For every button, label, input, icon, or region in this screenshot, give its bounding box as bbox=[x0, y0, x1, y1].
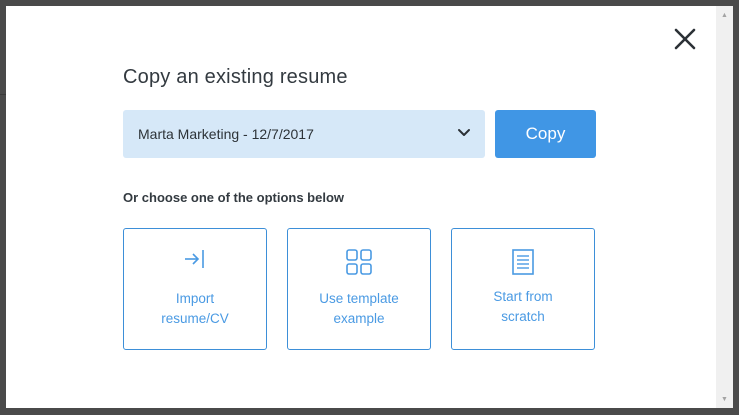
scratch-label-line1: Start from bbox=[493, 289, 553, 304]
template-label-line1: Use template bbox=[319, 291, 399, 306]
vertical-scrollbar[interactable]: ▲ ▼ bbox=[716, 6, 733, 408]
scroll-thumb[interactable] bbox=[720, 24, 729, 390]
template-label-line2: example bbox=[333, 311, 385, 326]
close-icon bbox=[674, 28, 696, 50]
resume-select-value: Marta Marketing - 12/7/2017 bbox=[138, 126, 314, 142]
modal-title: Copy an existing resume bbox=[123, 66, 348, 88]
scroll-up-icon[interactable]: ▲ bbox=[716, 8, 733, 22]
options-heading: Or choose one of the options below bbox=[123, 190, 345, 205]
scroll-down-icon[interactable]: ▼ bbox=[716, 392, 733, 406]
grid-icon bbox=[346, 249, 372, 275]
import-label-line2: resume/CV bbox=[161, 311, 229, 326]
import-icon bbox=[185, 250, 204, 268]
import-resume-option[interactable]: Import resume/CV bbox=[123, 228, 267, 350]
scratch-label-line2: scratch bbox=[501, 309, 545, 324]
copy-button[interactable]: Copy bbox=[495, 110, 596, 158]
resume-select[interactable]: Marta Marketing - 12/7/2017 bbox=[123, 110, 485, 158]
import-label-line1: Import bbox=[175, 291, 215, 306]
chevron-down-icon bbox=[458, 129, 470, 136]
document-icon bbox=[512, 249, 534, 275]
close-button[interactable] bbox=[672, 26, 698, 52]
start-scratch-option[interactable]: Start from scratch bbox=[451, 228, 595, 350]
use-template-option[interactable]: Use template example bbox=[287, 228, 431, 350]
copy-resume-modal: Copy an existing resume Marta Marketing … bbox=[6, 6, 716, 408]
